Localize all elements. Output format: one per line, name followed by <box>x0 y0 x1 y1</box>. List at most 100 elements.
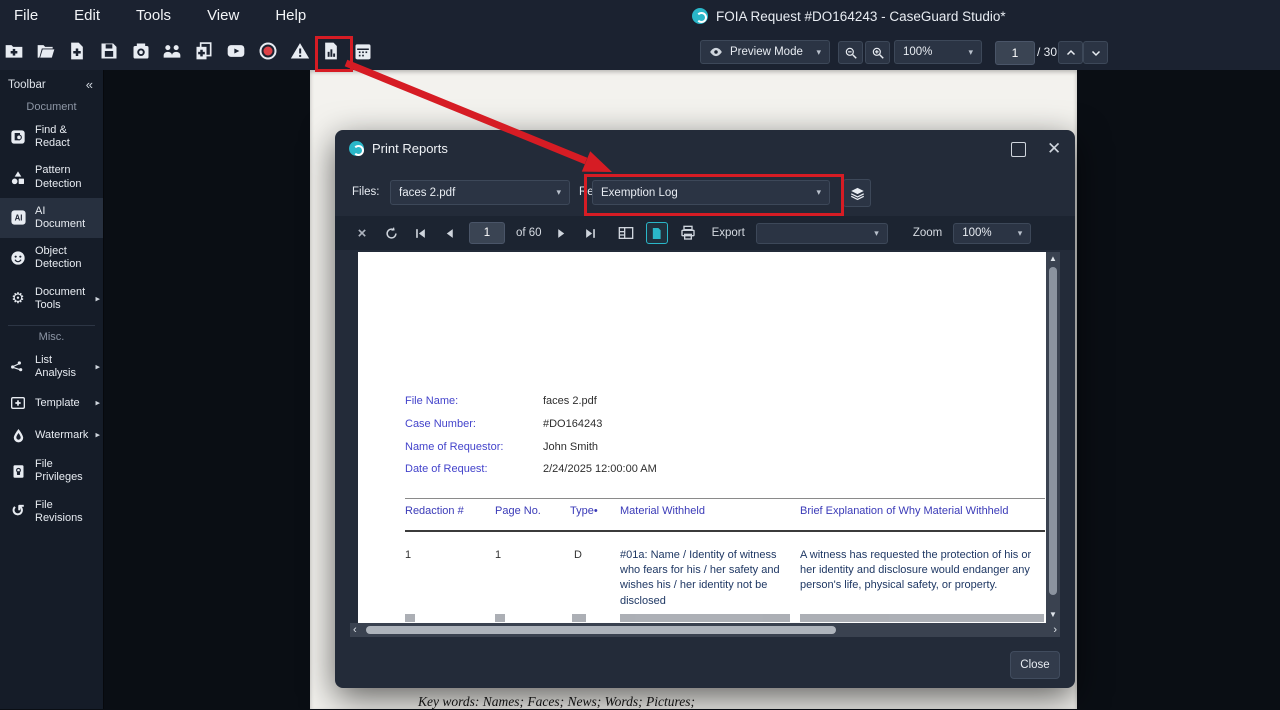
scroll-right-icon[interactable]: › <box>1053 623 1057 637</box>
horizontal-scroll-thumb[interactable] <box>366 626 836 634</box>
export-label: Export <box>712 227 745 239</box>
layers-button[interactable] <box>843 179 871 207</box>
chevron-down-icon: ▾ <box>968 47 973 58</box>
camera-icon[interactable] <box>130 40 152 62</box>
field-value: faces 2.pdf <box>543 395 597 407</box>
warning-icon[interactable] <box>289 40 311 62</box>
zoom-out-button[interactable] <box>838 41 863 64</box>
watermark-drop-icon <box>9 426 27 444</box>
parameters-panel-icon[interactable] <box>617 224 635 242</box>
report-vertical-scrollbar[interactable]: ▲ ▼ <box>1046 252 1060 623</box>
annotation-red-box-report-dropdown <box>584 174 844 216</box>
chevron-down-icon: ▾ <box>1018 228 1023 239</box>
record-icon[interactable] <box>257 40 279 62</box>
next-page-icon[interactable] <box>553 224 571 242</box>
previous-page-icon[interactable] <box>440 224 458 242</box>
page-total-label: / 30 <box>1037 45 1057 59</box>
file-lock-icon <box>9 462 27 480</box>
report-page-total: of 60 <box>516 227 542 239</box>
calendar-icon[interactable] <box>352 40 374 62</box>
app-logo-icon <box>692 8 708 24</box>
menu-view[interactable]: View <box>207 7 239 24</box>
menu-tools[interactable]: Tools <box>136 7 171 24</box>
object-detection-icon <box>9 249 27 267</box>
report-horizontal-scrollbar[interactable]: ‹ › <box>350 623 1060 637</box>
field-label: File Name: <box>405 395 458 407</box>
col-header-explanation: Brief Explanation of Why Material Withhe… <box>800 505 1008 517</box>
sidebar-item-watermark[interactable]: Watermark ▸ <box>0 419 103 451</box>
folder-open-icon[interactable] <box>35 40 57 62</box>
menu-edit[interactable]: Edit <box>74 7 100 24</box>
menu-help[interactable]: Help <box>275 7 306 24</box>
video-icon[interactable] <box>225 40 247 62</box>
sidebar-item-find-redact[interactable]: Find & Redact <box>0 117 103 157</box>
page-number-input[interactable] <box>995 41 1035 65</box>
sidebar: Toolbar « Document Find & Redact Pattern… <box>0 70 104 709</box>
window-title-text: FOIA Request #DO164243 - CaseGuard Studi… <box>716 9 1006 24</box>
viewer-zoom-dropdown[interactable]: 100% ▾ <box>953 223 1031 244</box>
pattern-detection-icon <box>9 169 27 187</box>
files-dropdown[interactable]: faces 2.pdf ▾ <box>390 180 570 205</box>
report-preview-page: File Name: faces 2.pdf Case Number: #DO1… <box>358 252 1046 623</box>
submenu-arrow-icon: ▸ <box>95 293 100 304</box>
preview-mode-dropdown[interactable]: Preview Mode ▾ <box>700 40 830 64</box>
annotation-red-box-toolbar <box>315 36 353 72</box>
vertical-scroll-thumb[interactable] <box>1049 267 1057 595</box>
sidebar-collapse-button[interactable]: « <box>86 77 93 92</box>
people-redact-icon[interactable] <box>161 40 183 62</box>
menu-file[interactable]: File <box>14 7 38 24</box>
zoom-level-value: 100% <box>903 46 932 58</box>
save-icon[interactable] <box>98 40 120 62</box>
eye-icon <box>709 45 723 59</box>
sidebar-item-file-privileges[interactable]: File Privileges <box>0 451 103 491</box>
submenu-arrow-icon: ▸ <box>95 430 100 441</box>
sidebar-item-document-tools[interactable]: ⚙ Document Tools ▸ <box>0 279 103 319</box>
files-label: Files: <box>352 186 379 198</box>
previous-page-button[interactable] <box>1058 41 1083 64</box>
scroll-down-icon[interactable]: ▼ <box>1046 610 1060 619</box>
sidebar-item-list-analysis[interactable]: List Analysis ▸ <box>0 347 103 387</box>
col-header-type: Type• <box>570 505 598 517</box>
sidebar-item-file-revisions[interactable]: ↺ File Revisions <box>0 492 103 532</box>
sidebar-item-pattern-detection[interactable]: Pattern Detection <box>0 157 103 197</box>
print-icon[interactable] <box>679 224 697 242</box>
print-reports-dialog: Print Reports ✕ Files: faces 2.pdf ▾ Rep… <box>335 130 1075 688</box>
copy-page-icon[interactable] <box>193 40 215 62</box>
cell-explanation: A witness has requested the protection o… <box>800 548 1046 594</box>
sidebar-item-template[interactable]: Template ▸ <box>0 387 103 419</box>
ai-document-icon: AI <box>9 209 27 227</box>
refresh-icon[interactable] <box>382 224 400 242</box>
export-format-dropdown[interactable]: ▾ <box>756 223 888 244</box>
find-redact-icon <box>9 128 27 146</box>
zoom-in-button[interactable] <box>865 41 890 64</box>
report-viewer-toolbar: × of 60 Export ▾ Zoom <box>335 216 1075 250</box>
table-top-rule <box>405 498 1045 499</box>
list-analysis-icon <box>9 358 27 376</box>
report-page-input[interactable] <box>469 222 505 244</box>
template-icon <box>9 394 27 412</box>
folder-plus-icon[interactable] <box>3 40 25 62</box>
viewer-zoom-label: Zoom <box>913 227 942 239</box>
last-page-icon[interactable] <box>582 224 600 242</box>
sidebar-item-ai-document[interactable]: AI AI Document <box>0 198 103 238</box>
sidebar-item-object-detection[interactable]: Object Detection <box>0 238 103 278</box>
scroll-up-icon[interactable]: ▲ <box>1046 254 1060 263</box>
scroll-left-icon[interactable]: ‹ <box>353 623 357 637</box>
zoom-level-dropdown[interactable]: 100% ▾ <box>894 40 982 64</box>
field-label: Name of Requestor: <box>405 441 503 453</box>
cancel-render-icon[interactable]: × <box>353 224 371 242</box>
close-icon[interactable]: ✕ <box>1047 139 1061 159</box>
maximize-icon[interactable] <box>1011 142 1026 157</box>
close-button[interactable]: Close <box>1010 651 1060 679</box>
top-bars: File Edit Tools View Help FOIA Request #… <box>0 0 1280 70</box>
field-value: #DO164243 <box>543 418 602 430</box>
first-page-icon[interactable] <box>411 224 429 242</box>
cell-redaction-number: 1 <box>405 548 411 563</box>
menu-bar: File Edit Tools View Help <box>14 7 306 24</box>
preview-mode-label: Preview Mode <box>730 46 803 58</box>
sidebar-divider <box>8 325 95 326</box>
sidebar-section-document: Document <box>0 101 103 113</box>
file-plus-icon[interactable] <box>66 40 88 62</box>
next-page-button[interactable] <box>1083 41 1108 64</box>
page-view-active-icon[interactable] <box>646 222 668 244</box>
